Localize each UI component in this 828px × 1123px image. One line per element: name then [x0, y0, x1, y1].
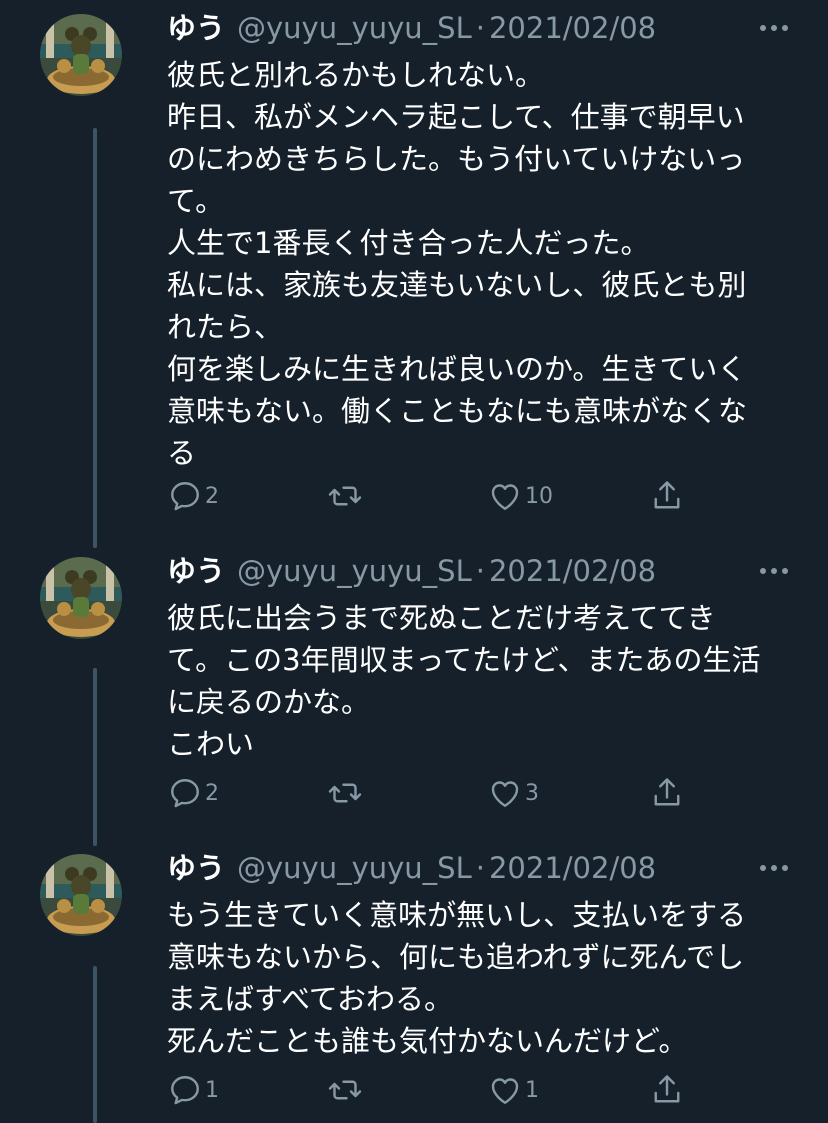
reply-icon: [171, 779, 199, 808]
avatar[interactable]: [40, 557, 122, 639]
reply-count: 2: [205, 483, 219, 509]
reply-count: 2: [205, 780, 219, 806]
reply-button[interactable]: 2: [167, 773, 219, 813]
tweet-text: 彼氏に出会うまで死ぬことだけ考えててき て。この3年間収まってたけど、またあの生…: [167, 601, 761, 761]
share-icon: [654, 1075, 680, 1103]
reply-count: 1: [205, 1077, 219, 1103]
reply-icon: [171, 1076, 199, 1105]
tweet-date[interactable]: 2021/02/08: [489, 551, 656, 591]
tweet-date[interactable]: 2021/02/08: [489, 848, 656, 888]
like-icon: [491, 1078, 519, 1104]
separator-dot: ·: [475, 554, 485, 588]
author-name[interactable]: ゆう: [167, 551, 225, 591]
retweet-button[interactable]: [327, 773, 365, 813]
tweet-text: もう生きていく意味が無いし、支払いをする 意味もないから、何にも追われずに死んで…: [167, 898, 747, 1058]
like-count: 3: [525, 780, 539, 806]
share-button[interactable]: [649, 1070, 685, 1110]
share-icon: [654, 778, 680, 806]
tweet-actions: 1 1: [167, 1070, 794, 1110]
like-button[interactable]: 3: [487, 773, 539, 813]
like-button[interactable]: 10: [487, 476, 553, 516]
tweet-date[interactable]: 2021/02/08: [489, 8, 656, 48]
separator-dot: ·: [475, 851, 485, 885]
tweet[interactable]: ゆう @yuyu_yuyu_SL · 2021/02/08 彼氏に出会うまで死ぬ…: [0, 551, 828, 841]
tweet-actions: 2 3: [167, 773, 794, 813]
author-name[interactable]: ゆう: [167, 8, 225, 48]
reply-button[interactable]: 2: [167, 476, 219, 516]
separator-dot: ·: [475, 11, 485, 45]
more-icon: [760, 865, 788, 871]
like-count: 10: [525, 483, 553, 509]
retweet-button[interactable]: [327, 1070, 365, 1110]
retweet-icon: [328, 783, 362, 803]
reply-icon: [171, 482, 199, 511]
author-name[interactable]: ゆう: [167, 848, 225, 888]
like-icon: [491, 781, 519, 807]
more-icon: [760, 25, 788, 31]
like-icon: [491, 484, 519, 510]
avatar[interactable]: [40, 854, 122, 936]
tweet-actions: 2 10: [167, 476, 794, 516]
author-handle[interactable]: @yuyu_yuyu_SL: [237, 848, 472, 888]
tweet-header: ゆう @yuyu_yuyu_SL · 2021/02/08: [167, 551, 794, 591]
author-handle[interactable]: @yuyu_yuyu_SL: [237, 8, 472, 48]
author-handle[interactable]: @yuyu_yuyu_SL: [237, 551, 472, 591]
more-options-button[interactable]: [754, 8, 794, 48]
tweet-header: ゆう @yuyu_yuyu_SL · 2021/02/08: [167, 848, 794, 888]
share-icon: [654, 481, 680, 509]
more-options-button[interactable]: [754, 848, 794, 888]
share-button[interactable]: [649, 773, 685, 813]
share-button[interactable]: [649, 476, 685, 516]
more-icon: [760, 568, 788, 574]
tweet-header: ゆう @yuyu_yuyu_SL · 2021/02/08: [167, 8, 794, 48]
retweet-button[interactable]: [327, 476, 365, 516]
avatar[interactable]: [40, 14, 122, 96]
like-count: 1: [525, 1077, 539, 1103]
retweet-icon: [328, 486, 362, 506]
tweet[interactable]: ゆう @yuyu_yuyu_SL · 2021/02/08 もう生きていく意味が…: [0, 848, 828, 1123]
tweet-text: 彼氏と別れるかもしれない。 昨日、私がメンヘラ起こして、仕事で朝早い のにわめき…: [167, 58, 748, 470]
like-button[interactable]: 1: [487, 1070, 539, 1110]
tweet[interactable]: ゆう @yuyu_yuyu_SL · 2021/02/08 彼氏と別れるかもしれ…: [0, 0, 828, 540]
retweet-icon: [328, 1080, 362, 1100]
reply-button[interactable]: 1: [167, 1070, 219, 1110]
more-options-button[interactable]: [754, 551, 794, 591]
